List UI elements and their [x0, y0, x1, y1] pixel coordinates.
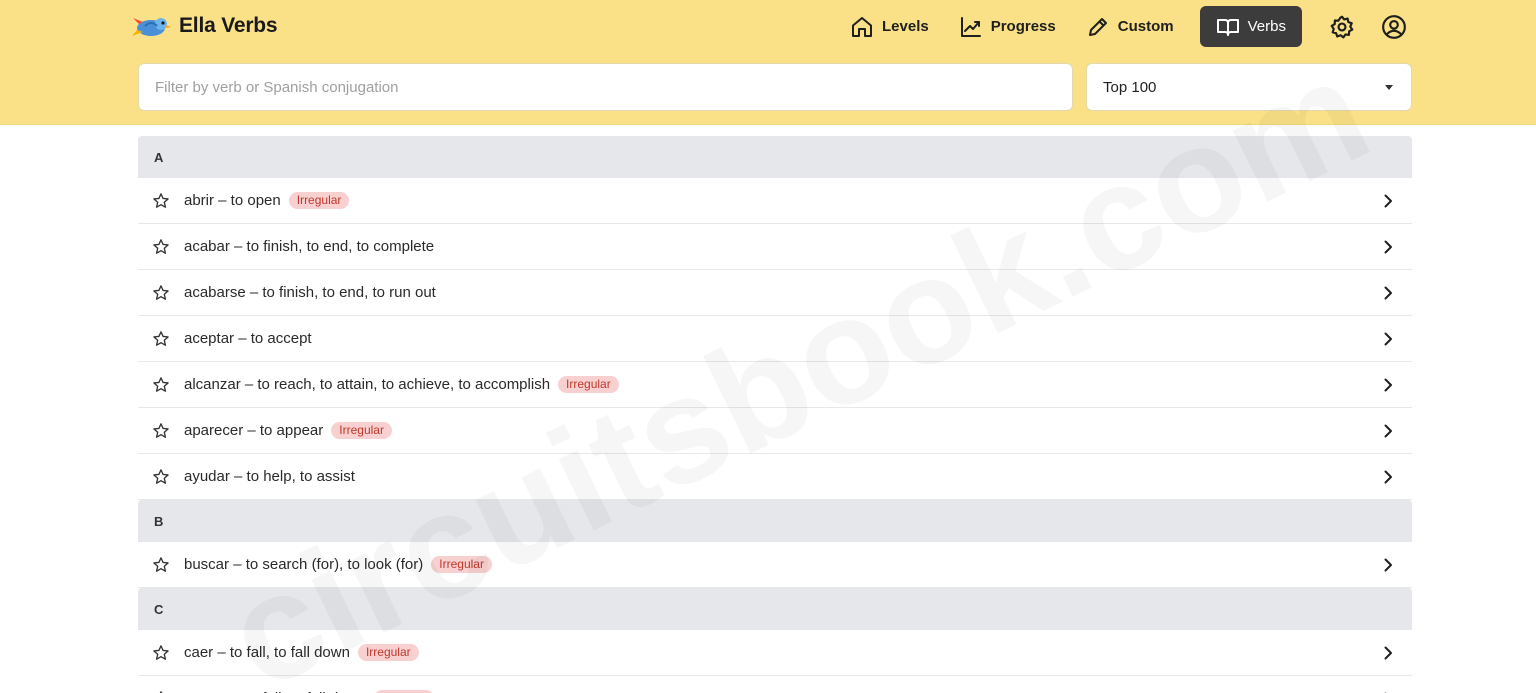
chevron-right-icon	[1384, 470, 1392, 483]
verb-row[interactable]: caerse – to fall, to fall downIrregular	[138, 676, 1412, 693]
verb-row[interactable]: buscar – to search (for), to look (for) I…	[138, 542, 1412, 588]
favorite-star-button[interactable]	[138, 178, 184, 224]
settings-button[interactable]	[1326, 11, 1358, 43]
favorite-star-button[interactable]	[138, 408, 184, 454]
verb-section: Ccaer – to fall, to fall downIrregularca…	[138, 588, 1412, 693]
verb-text: acabar – to finish, to end, to complete	[184, 238, 435, 255]
brand[interactable]: Ella Verbs	[131, 9, 278, 43]
star-icon	[153, 192, 169, 208]
verb-text: ayudar – to help, to assist	[184, 468, 355, 485]
nav-verbs[interactable]: Verbs	[1199, 6, 1302, 47]
verb-text: abrir – to open	[184, 192, 281, 209]
verb-section: Bbuscar – to search (for), to look (for)…	[138, 500, 1412, 588]
chevron-right-icon	[1384, 558, 1392, 571]
favorite-star-button[interactable]	[138, 542, 184, 588]
verb-list: Aabrir – to open Irregular acabar – to fin…	[138, 136, 1412, 693]
star-icon	[153, 376, 169, 392]
section-header: A	[138, 136, 1412, 178]
star-icon	[153, 422, 169, 438]
user-circle-icon	[1382, 14, 1406, 39]
nav-levels[interactable]: Levels	[846, 6, 933, 47]
row-chevron	[1364, 331, 1412, 347]
list-filter-value: Top 100	[1103, 78, 1157, 96]
chevron-right-icon	[1384, 424, 1392, 437]
list-filter-select[interactable]: Top 100	[1086, 63, 1412, 111]
favorite-star-button[interactable]	[138, 362, 184, 408]
verb-section: Aabrir – to open Irregular acabar – to fin…	[138, 136, 1412, 500]
main-nav: Levels Progress Custom Verbs	[846, 6, 1410, 47]
trend-chart-icon	[960, 16, 981, 37]
irregular-badge: Irregular	[331, 422, 392, 439]
verb-text: acabarse – to finish, to end, to run out	[184, 284, 436, 301]
book-icon	[1216, 18, 1239, 36]
row-chevron	[1364, 193, 1412, 209]
nav-custom[interactable]: Custom	[1082, 6, 1178, 47]
verb-row[interactable]: ayudar – to help, to assist	[138, 454, 1412, 500]
verb-row[interactable]: aceptar – to accept	[138, 316, 1412, 362]
pencil-icon	[1088, 17, 1107, 36]
parrot-logo-icon	[132, 18, 171, 36]
nav-progress-label: Progress	[990, 18, 1056, 35]
section-header: B	[138, 500, 1412, 542]
verb-row[interactable]: abrir – to open Irregular	[138, 178, 1412, 224]
chevron-right-icon	[1384, 646, 1392, 659]
irregular-badge: Irregular	[357, 644, 419, 661]
search-input[interactable]	[138, 63, 1073, 111]
star-icon	[153, 556, 169, 572]
row-chevron	[1364, 557, 1412, 573]
favorite-star-button[interactable]	[138, 454, 184, 500]
star-icon	[153, 644, 169, 660]
row-chevron	[1364, 469, 1412, 485]
account-button[interactable]	[1378, 11, 1410, 43]
chevron-right-icon	[1384, 332, 1392, 345]
row-chevron	[1364, 239, 1412, 255]
verb-text: alcanzar – to reach, to attain, to achie…	[184, 376, 551, 393]
verb-row[interactable]: acabarse – to finish, to end, to run out	[138, 270, 1412, 316]
verb-row[interactable]: alcanzar – to reach, to attain, to achie…	[138, 362, 1412, 408]
row-chevron	[1364, 377, 1412, 393]
home-icon	[852, 16, 872, 37]
chevron-right-icon	[1384, 286, 1392, 299]
nav-verbs-label: Verbs	[1247, 18, 1286, 35]
app-name: Ella Verbs	[179, 14, 278, 37]
row-chevron	[1364, 285, 1412, 301]
star-icon	[153, 238, 169, 254]
favorite-star-button[interactable]	[138, 270, 184, 316]
verb-text: caer – to fall, to fall down	[184, 644, 350, 661]
top-bar: Ella Verbs Levels Progress Custom Verbs …	[0, 0, 1536, 125]
verb-text: aceptar – to accept	[184, 330, 312, 347]
row-chevron	[1364, 645, 1412, 661]
favorite-star-button[interactable]	[138, 676, 184, 693]
nav-progress[interactable]: Progress	[955, 6, 1060, 47]
verb-row[interactable]: caer – to fall, to fall down Irregular	[138, 630, 1412, 676]
verb-text: buscar – to search (for), to look (for)	[184, 556, 424, 573]
nav-levels-label: Levels	[882, 18, 929, 35]
favorite-star-button[interactable]	[138, 630, 184, 676]
verb-text: aparecer – to appear	[184, 422, 324, 439]
irregular-badge: Irregular	[558, 376, 619, 393]
star-icon	[153, 468, 169, 484]
irregular-badge: Irregular	[431, 556, 492, 573]
star-icon	[159, 690, 163, 693]
favorite-star-button[interactable]	[138, 224, 184, 270]
gear-icon	[1330, 15, 1354, 38]
verb-row[interactable]: acabar – to finish, to end, to complete	[138, 224, 1412, 270]
caret-down-icon	[1385, 84, 1393, 90]
chevron-right-icon	[1384, 378, 1392, 391]
favorite-star-button[interactable]	[138, 316, 184, 362]
verb-row[interactable]: aparecer – to appear Irregular	[138, 408, 1412, 454]
irregular-badge: Irregular	[288, 192, 350, 209]
section-header: C	[138, 588, 1412, 630]
star-icon	[153, 284, 169, 300]
chevron-right-icon	[1384, 194, 1392, 207]
nav-custom-label: Custom	[1117, 18, 1174, 35]
star-icon	[153, 330, 169, 346]
chevron-right-icon	[1384, 240, 1392, 253]
row-chevron	[1364, 423, 1412, 439]
